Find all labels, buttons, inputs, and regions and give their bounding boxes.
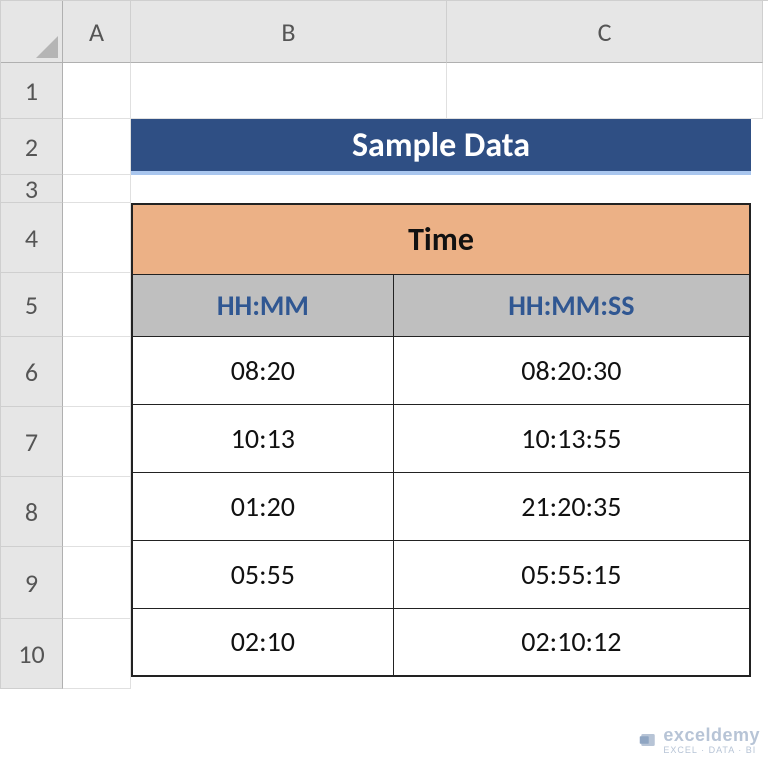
row-header-2[interactable]: 2 — [1, 119, 63, 175]
table-subheader-hhmmss[interactable]: HH:MM:SS — [393, 274, 750, 336]
cell-A7[interactable] — [63, 407, 131, 477]
row-header-6[interactable]: 6 — [1, 337, 63, 407]
column-header-C[interactable]: C — [447, 1, 763, 63]
row-header-9[interactable]: 9 — [1, 547, 63, 619]
cell-A10[interactable] — [63, 619, 131, 689]
title-text: Sample Data — [352, 125, 530, 166]
table-row: 10:13 10:13:55 — [132, 404, 750, 472]
table-row: 05:55 05:55:15 — [132, 540, 750, 608]
cell-hhmm[interactable]: 01:20 — [132, 472, 393, 540]
row-header-4[interactable]: 4 — [1, 203, 63, 273]
select-all-triangle-icon — [36, 36, 58, 58]
table-row: 02:10 02:10:12 — [132, 608, 750, 676]
watermark-text: exceldemy EXCEL · DATA · BI — [663, 725, 760, 755]
table-row: 01:20 21:20:35 — [132, 472, 750, 540]
row-header-1[interactable]: 1 — [1, 63, 63, 119]
title-bar: Sample Data — [131, 119, 751, 175]
cell-A8[interactable] — [63, 477, 131, 547]
cell-hhmm[interactable]: 02:10 — [132, 608, 393, 676]
cell-A2[interactable] — [63, 119, 131, 175]
excel-logo-icon — [639, 731, 657, 749]
data-table: Time HH:MM HH:MM:SS 08:20 08:20:30 10:13… — [131, 203, 751, 677]
watermark: exceldemy EXCEL · DATA · BI — [639, 725, 760, 755]
cell-A6[interactable] — [63, 337, 131, 407]
cell-A4[interactable] — [63, 203, 131, 273]
cell-hhmmss[interactable]: 21:20:35 — [393, 472, 750, 540]
row-header-5[interactable]: 5 — [1, 273, 63, 337]
column-header-A[interactable]: A — [63, 1, 131, 63]
select-all-corner[interactable] — [1, 1, 63, 63]
watermark-tagline: EXCEL · DATA · BI — [663, 746, 760, 755]
cell-C1[interactable] — [447, 63, 763, 119]
cell-hhmmss[interactable]: 08:20:30 — [393, 336, 750, 404]
column-header-B[interactable]: B — [131, 1, 447, 63]
content-area: Sample Data Time HH:MM HH:MM:SS 08:20 08… — [131, 119, 763, 689]
cell-A1[interactable] — [63, 63, 131, 119]
row-header-8[interactable]: 8 — [1, 477, 63, 547]
cell-hhmmss[interactable]: 02:10:12 — [393, 608, 750, 676]
cell-hhmm[interactable]: 10:13 — [132, 404, 393, 472]
spreadsheet-grid: A B C 1 2 Sample Data Time HH:MM HH:MM:S… — [0, 0, 768, 689]
table-subheader-hhmm[interactable]: HH:MM — [132, 274, 393, 336]
table-header-time[interactable]: Time — [132, 204, 750, 274]
cell-hhmmss[interactable]: 10:13:55 — [393, 404, 750, 472]
cell-A5[interactable] — [63, 273, 131, 337]
row-header-3[interactable]: 3 — [1, 175, 63, 203]
row-header-10[interactable]: 10 — [1, 619, 63, 689]
cell-hhmm[interactable]: 05:55 — [132, 540, 393, 608]
cell-hhmm[interactable]: 08:20 — [132, 336, 393, 404]
table-row: 08:20 08:20:30 — [132, 336, 750, 404]
cell-hhmmss[interactable]: 05:55:15 — [393, 540, 750, 608]
watermark-brand: exceldemy — [663, 725, 760, 746]
cell-A3[interactable] — [63, 175, 131, 203]
cell-A9[interactable] — [63, 547, 131, 619]
row-header-7[interactable]: 7 — [1, 407, 63, 477]
cell-B1[interactable] — [131, 63, 447, 119]
